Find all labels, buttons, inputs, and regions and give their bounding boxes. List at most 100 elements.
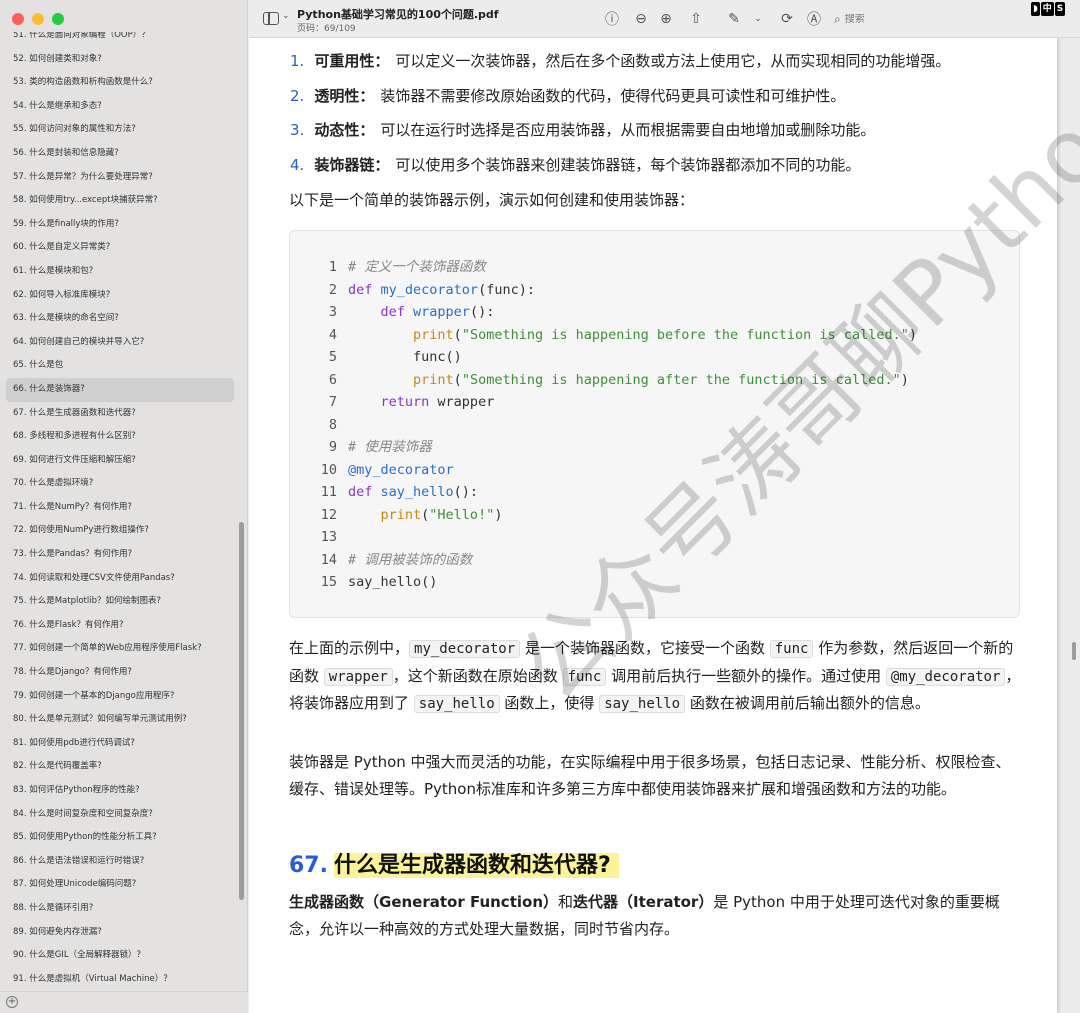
- sidebar-item[interactable]: 70. 什么是虚拟环境?: [6, 472, 234, 496]
- code-token: wrapper: [413, 304, 470, 320]
- sidebar-item[interactable]: 81. 如何使用pdb进行代码调试?: [6, 732, 234, 756]
- sidebar-item[interactable]: 54. 什么是继承和多态?: [6, 95, 234, 119]
- tray-icon-s[interactable]: S: [1054, 2, 1066, 16]
- code-token: ():: [453, 484, 479, 500]
- sidebar-item[interactable]: 83. 如何评估Python程序的性能?: [6, 779, 234, 803]
- code-token: say_hello(): [348, 574, 438, 590]
- sidebar-item[interactable]: 88. 什么是循环引用?: [6, 897, 234, 921]
- sidebar-item[interactable]: 52. 如何创建类和对象?: [6, 48, 234, 72]
- sidebar-item[interactable]: 71. 什么是NumPy？有何作用?: [6, 496, 234, 520]
- sidebar-item[interactable]: 77. 如何创建一个简单的Web应用程序使用Flask?: [6, 637, 234, 661]
- sidebar-item[interactable]: 74. 如何读取和处理CSV文件使用Pandas?: [6, 567, 234, 591]
- zoom-window-button[interactable]: [52, 13, 64, 25]
- window-controls: [12, 13, 64, 25]
- code-token: func(): [348, 349, 462, 365]
- sidebar-item[interactable]: 62. 如何导入标准库模块?: [6, 284, 234, 308]
- code-token: print: [413, 371, 454, 388]
- document-area: 1. 可重用性： 可以定义一次装饰器，然后在多个函数或方法上使用它，从而实现相同的功…: [249, 38, 1080, 1013]
- inline-code: @my_decorator: [885, 667, 1006, 686]
- sidebar-item[interactable]: 59. 什么是finally块的作用?: [6, 213, 234, 237]
- code-line: 2 def my_decorator(func):: [290, 279, 917, 302]
- sidebar: 51. 什么是面向对象编程（OOP）？ 52. 如何创建类和对象? 53. 类的构造…: [0, 0, 248, 1013]
- inline-code: wrapper: [323, 667, 393, 686]
- sidebar-item[interactable]: 60. 什么是自定义异常类?: [6, 236, 234, 260]
- sidebar-item[interactable]: 56. 什么是封装和信息隐藏?: [6, 142, 234, 166]
- zoom-in-icon[interactable]: ⊕: [657, 10, 675, 28]
- sidebar-item[interactable]: 51. 什么是面向对象编程（OOP）？: [6, 32, 234, 48]
- table-of-contents: 51. 什么是面向对象编程（OOP）？ 52. 如何创建类和对象? 53. 类的构造…: [6, 32, 234, 990]
- inline-code: func: [769, 640, 814, 658]
- sidebar-item[interactable]: 67. 什么是生成器函数和迭代器?: [6, 402, 234, 426]
- sidebar-item[interactable]: 80. 什么是单元测试？如何编写单元测试用例?: [6, 708, 234, 732]
- chevron-down-icon[interactable]: ⌄: [749, 10, 767, 28]
- code-token: "Hello!": [429, 506, 495, 523]
- sidebar-item[interactable]: 85. 如何使用Python的性能分析工具?: [6, 826, 234, 850]
- sidebar-item[interactable]: 73. 什么是Pandas？有何作用?: [6, 543, 234, 567]
- sidebar-item[interactable]: 84. 什么是时间复杂度和空间复杂度?: [6, 803, 234, 827]
- sidebar-item[interactable]: 63. 什么是模块的命名空间?: [6, 307, 234, 331]
- sidebar-item[interactable]: 91. 什么是虚拟机（Virtual Machine）？: [6, 968, 234, 990]
- code-line: 12 print("Hello!"): [290, 504, 917, 527]
- line-number: 3: [328, 304, 337, 320]
- info-icon[interactable]: ⓘ: [603, 10, 621, 28]
- code-lines: 1 # 定义一个装饰器函数 2 def my_decorator(func): 3 de…: [290, 256, 917, 594]
- search-icon: ⌕: [834, 11, 841, 26]
- code-line: 4 print("Something is happening before t…: [290, 324, 917, 347]
- sidebar-item[interactable]: 61. 什么是模块和包?: [6, 260, 234, 284]
- sidebar-item[interactable]: 79. 如何创建一个基本的Django应用程序?: [6, 685, 234, 709]
- code-token: (func):: [478, 281, 535, 298]
- zoom-out-icon[interactable]: ⊖: [632, 10, 650, 28]
- markup-pen-icon[interactable]: ✎: [725, 10, 743, 28]
- line-number: 1: [328, 259, 337, 275]
- code-token: ): [900, 371, 909, 388]
- close-window-button[interactable]: [12, 13, 24, 25]
- search-input[interactable]: [844, 13, 925, 25]
- tray-icon-input-method[interactable]: 中: [1040, 2, 1054, 16]
- sidebar-item[interactable]: 82. 什么是代码覆盖率?: [6, 755, 234, 779]
- sidebar-item[interactable]: 66. 什么是装饰器?: [6, 377, 234, 402]
- share-icon[interactable]: ⇧: [687, 10, 705, 28]
- sidebar-item[interactable]: 68. 多线程和多进程有什么区别?: [6, 425, 234, 449]
- minimize-window-button[interactable]: [32, 13, 44, 25]
- sidebar-item[interactable]: 78. 什么是Django？有何作用?: [6, 661, 234, 685]
- code-token: (: [453, 371, 462, 388]
- sidebar-item[interactable]: 65. 什么是包: [6, 354, 234, 378]
- sidebar-item[interactable]: 55. 如何访问对象的属性和方法?: [6, 118, 234, 142]
- sidebar-item[interactable]: 75. 什么是Matplotlib？如何绘制图表?: [6, 590, 234, 614]
- page-indicator: 页码：69/109: [297, 24, 356, 34]
- sidebar-scrollbar[interactable]: [239, 522, 244, 900]
- sidebar-item[interactable]: 87. 如何处理Unicode编码问题?: [6, 873, 234, 897]
- code-token: say_hello: [380, 484, 454, 500]
- tray-icon-moon[interactable]: ◗: [1031, 2, 1040, 16]
- generator-paragraph: 生成器函数（Generator Function）和迭代器（Iterator）是…: [289, 893, 1000, 938]
- sidebar-item[interactable]: 58. 如何使用try...except块捕获异常?: [6, 189, 234, 213]
- document-scrollbar[interactable]: [1072, 642, 1076, 660]
- sidebar-item[interactable]: 89. 如何避免内存泄漏?: [6, 921, 234, 945]
- chevron-down-icon[interactable]: ⌄: [282, 11, 290, 21]
- rotate-icon[interactable]: ⟳: [778, 10, 796, 28]
- line-number: 7: [328, 394, 337, 410]
- sidebar-toggle-icon[interactable]: [263, 12, 279, 25]
- sidebar-item[interactable]: 53. 类的构造函数和析构函数是什么?: [6, 71, 234, 95]
- sidebar-item[interactable]: 90. 什么是GIL（全局解释器锁）？: [6, 944, 234, 968]
- line-number: 11: [320, 484, 337, 500]
- highlight-icon[interactable]: Ⓐ: [805, 10, 823, 28]
- code-line: 14 # 调用被装饰的函数: [290, 549, 917, 572]
- sidebar-item[interactable]: 69. 如何进行文件压缩和解压缩?: [6, 449, 234, 473]
- code-token: ): [494, 506, 503, 523]
- line-number: 6: [328, 371, 337, 388]
- sidebar-item[interactable]: 72. 如何使用NumPy进行数组操作?: [6, 519, 234, 543]
- sidebar-item[interactable]: 76. 什么是Flask？有何作用?: [6, 614, 234, 638]
- sidebar-item[interactable]: 57. 什么是异常？为什么要处理异常?: [6, 166, 234, 190]
- code-token: def: [380, 304, 414, 320]
- summary-paragraph: 装饰器是 Python 中强大而灵活的功能，在实际编程中用于很多场景，包括日志记…: [289, 753, 1011, 798]
- search-field[interactable]: ⌕: [834, 9, 954, 29]
- code-line: 9 # 使用装饰器: [290, 436, 917, 459]
- line-number: 14: [320, 551, 337, 568]
- add-icon[interactable]: +: [6, 996, 18, 1008]
- sidebar-item[interactable]: 64. 如何创建自己的模块并导入它?: [6, 331, 234, 355]
- sidebar-item[interactable]: 86. 什么是语法错误和运行时错误?: [6, 850, 234, 874]
- pdf-page: 1. 可重用性： 可以定义一次装饰器，然后在多个函数或方法上使用它，从而实现相同的功…: [249, 38, 1080, 1013]
